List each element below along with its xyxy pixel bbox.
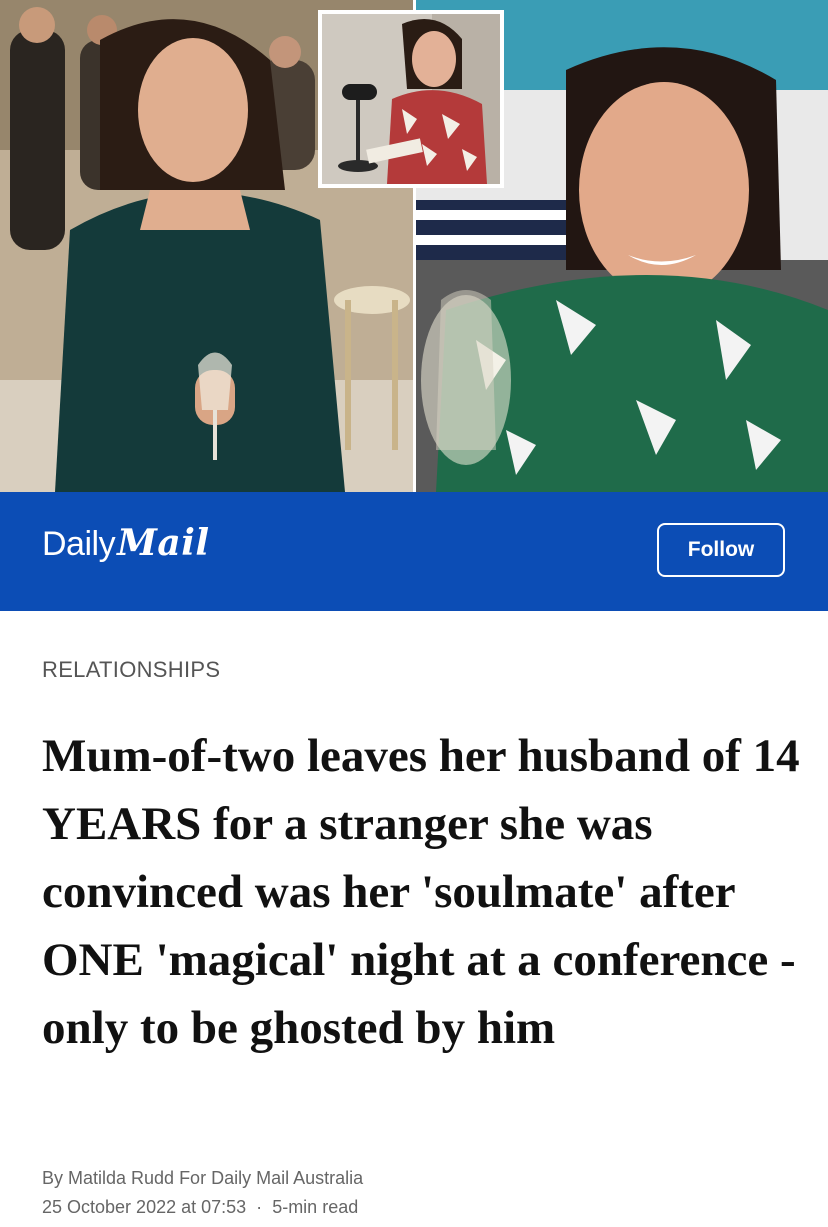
- woman-podcast-illustration: [322, 14, 500, 184]
- hero-photo-inset: [318, 10, 504, 188]
- daily-mail-logo[interactable]: Daily Mail: [42, 522, 210, 572]
- article-meta: 25 October 2022 at 07:53 · 5-min read: [42, 1197, 358, 1218]
- article-byline: By Matilda Rudd For Daily Mail Australia: [42, 1168, 364, 1188]
- read-time: 5-min read: [272, 1197, 359, 1217]
- article-date: 25 October 2022 at 07:53: [42, 1197, 247, 1217]
- logo-text-daily: Daily: [42, 525, 116, 563]
- article-headline[interactable]: Mum-of-two leaves her husband of 14 YEAR…: [42, 722, 802, 1062]
- follow-button[interactable]: Follow: [657, 523, 785, 577]
- logo-text-mail: Mail: [117, 522, 210, 564]
- article-hero-photos[interactable]: [0, 0, 828, 492]
- meta-separator: ·: [256, 1197, 263, 1217]
- publisher-bar: Daily Mail Follow: [0, 492, 828, 611]
- article-category[interactable]: RELATIONSHIPS: [42, 657, 220, 683]
